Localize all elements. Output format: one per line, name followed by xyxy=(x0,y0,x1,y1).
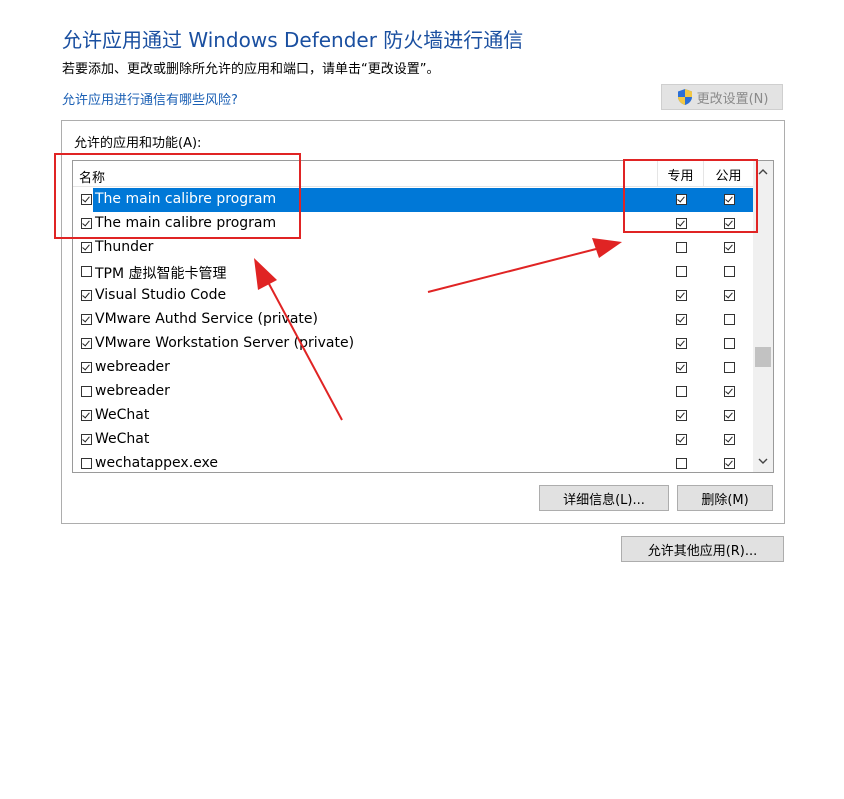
page-title: 允许应用通过 Windows Defender 防火墙进行通信 xyxy=(62,28,524,52)
app-enabled-checkbox[interactable] xyxy=(81,194,92,205)
private-network-checkbox[interactable] xyxy=(676,194,687,205)
app-row[interactable]: wechatappex.exe xyxy=(73,452,753,472)
private-network-checkbox[interactable] xyxy=(676,314,687,325)
change-settings-button[interactable]: 更改设置(N) xyxy=(661,84,783,110)
app-enabled-checkbox[interactable] xyxy=(81,362,92,373)
app-row[interactable]: The main calibre program xyxy=(73,188,753,212)
app-name: The main calibre program xyxy=(95,215,277,231)
app-name: wechatappex.exe xyxy=(95,455,218,471)
allowed-apps-label: 允许的应用和功能(A): xyxy=(74,136,202,151)
public-network-checkbox[interactable] xyxy=(724,386,735,397)
app-row[interactable]: webreader xyxy=(73,356,753,380)
private-network-checkbox[interactable] xyxy=(676,290,687,301)
private-network-checkbox[interactable] xyxy=(676,458,687,469)
app-enabled-checkbox[interactable] xyxy=(81,314,92,325)
private-network-checkbox[interactable] xyxy=(676,410,687,421)
app-name: The main calibre program xyxy=(95,191,277,207)
column-header-name[interactable]: 名称 xyxy=(79,167,105,186)
firewall-allowed-apps-page: 允许应用通过 Windows Defender 防火墙进行通信 若要添加、更改或… xyxy=(0,0,844,799)
app-enabled-checkbox[interactable] xyxy=(81,266,92,277)
app-enabled-checkbox[interactable] xyxy=(81,242,92,253)
app-enabled-checkbox[interactable] xyxy=(81,410,92,421)
public-network-checkbox[interactable] xyxy=(724,410,735,421)
app-row[interactable]: Thunder xyxy=(73,236,753,260)
app-row[interactable]: Visual Studio Code xyxy=(73,284,753,308)
list-header: 名称 专用 公用 xyxy=(73,161,753,187)
chevron-up-icon[interactable] xyxy=(753,163,773,181)
chevron-down-icon[interactable] xyxy=(753,452,773,470)
app-row[interactable]: VMware Authd Service (private) xyxy=(73,308,753,332)
private-network-checkbox[interactable] xyxy=(676,218,687,229)
public-network-checkbox[interactable] xyxy=(724,458,735,469)
delete-button[interactable]: 删除(M) xyxy=(677,485,773,511)
app-enabled-checkbox[interactable] xyxy=(81,386,92,397)
allowed-apps-list[interactable]: 名称 专用 公用 The main calibre program The mai… xyxy=(72,160,774,473)
public-network-checkbox[interactable] xyxy=(724,290,735,301)
private-network-checkbox[interactable] xyxy=(676,338,687,349)
app-name: VMware Authd Service (private) xyxy=(95,311,318,327)
public-network-checkbox[interactable] xyxy=(724,338,735,349)
app-name: VMware Workstation Server (private) xyxy=(95,335,355,351)
app-enabled-checkbox[interactable] xyxy=(81,338,92,349)
app-row[interactable]: VMware Workstation Server (private) xyxy=(73,332,753,356)
app-name: WeChat xyxy=(95,407,150,423)
app-row[interactable]: webreader xyxy=(73,380,753,404)
private-network-checkbox[interactable] xyxy=(676,386,687,397)
column-header-private[interactable]: 专用 xyxy=(657,161,703,187)
private-network-checkbox[interactable] xyxy=(676,242,687,253)
public-network-checkbox[interactable] xyxy=(724,194,735,205)
app-enabled-checkbox[interactable] xyxy=(81,434,92,445)
public-network-checkbox[interactable] xyxy=(724,314,735,325)
public-network-checkbox[interactable] xyxy=(724,362,735,373)
app-name: Visual Studio Code xyxy=(95,287,227,303)
page-subtitle: 若要添加、更改或删除所允许的应用和端口，请单击“更改设置”。 xyxy=(62,62,440,77)
app-row[interactable]: WeChat xyxy=(73,404,753,428)
public-network-checkbox[interactable] xyxy=(724,218,735,229)
app-enabled-checkbox[interactable] xyxy=(81,218,92,229)
app-name: webreader xyxy=(95,359,170,375)
uac-shield-icon xyxy=(677,89,692,105)
app-name: TPM 虚拟智能卡管理 xyxy=(95,266,227,282)
app-rows: The main calibre program The main calibre… xyxy=(73,188,753,472)
app-row[interactable]: The main calibre program xyxy=(73,212,753,236)
app-enabled-checkbox[interactable] xyxy=(81,290,92,301)
risk-help-link[interactable]: 允许应用进行通信有哪些风险? xyxy=(62,89,238,108)
public-network-checkbox[interactable] xyxy=(724,242,735,253)
app-enabled-checkbox[interactable] xyxy=(81,458,92,469)
private-network-checkbox[interactable] xyxy=(676,266,687,277)
private-network-checkbox[interactable] xyxy=(676,434,687,445)
allow-other-app-button[interactable]: 允许其他应用(R)... xyxy=(621,536,784,562)
app-name: Thunder xyxy=(95,239,154,255)
details-button[interactable]: 详细信息(L)... xyxy=(539,485,669,511)
app-row[interactable]: WeChat xyxy=(73,428,753,452)
private-network-checkbox[interactable] xyxy=(676,362,687,373)
app-name: WeChat xyxy=(95,431,150,447)
public-network-checkbox[interactable] xyxy=(724,434,735,445)
app-row[interactable]: TPM 虚拟智能卡管理 xyxy=(73,260,753,284)
change-settings-label: 更改设置(N) xyxy=(696,91,769,107)
column-header-public[interactable]: 公用 xyxy=(703,161,753,187)
scroll-thumb[interactable] xyxy=(755,347,771,367)
vertical-scrollbar[interactable] xyxy=(753,161,773,472)
public-network-checkbox[interactable] xyxy=(724,266,735,277)
app-name: webreader xyxy=(95,383,170,399)
